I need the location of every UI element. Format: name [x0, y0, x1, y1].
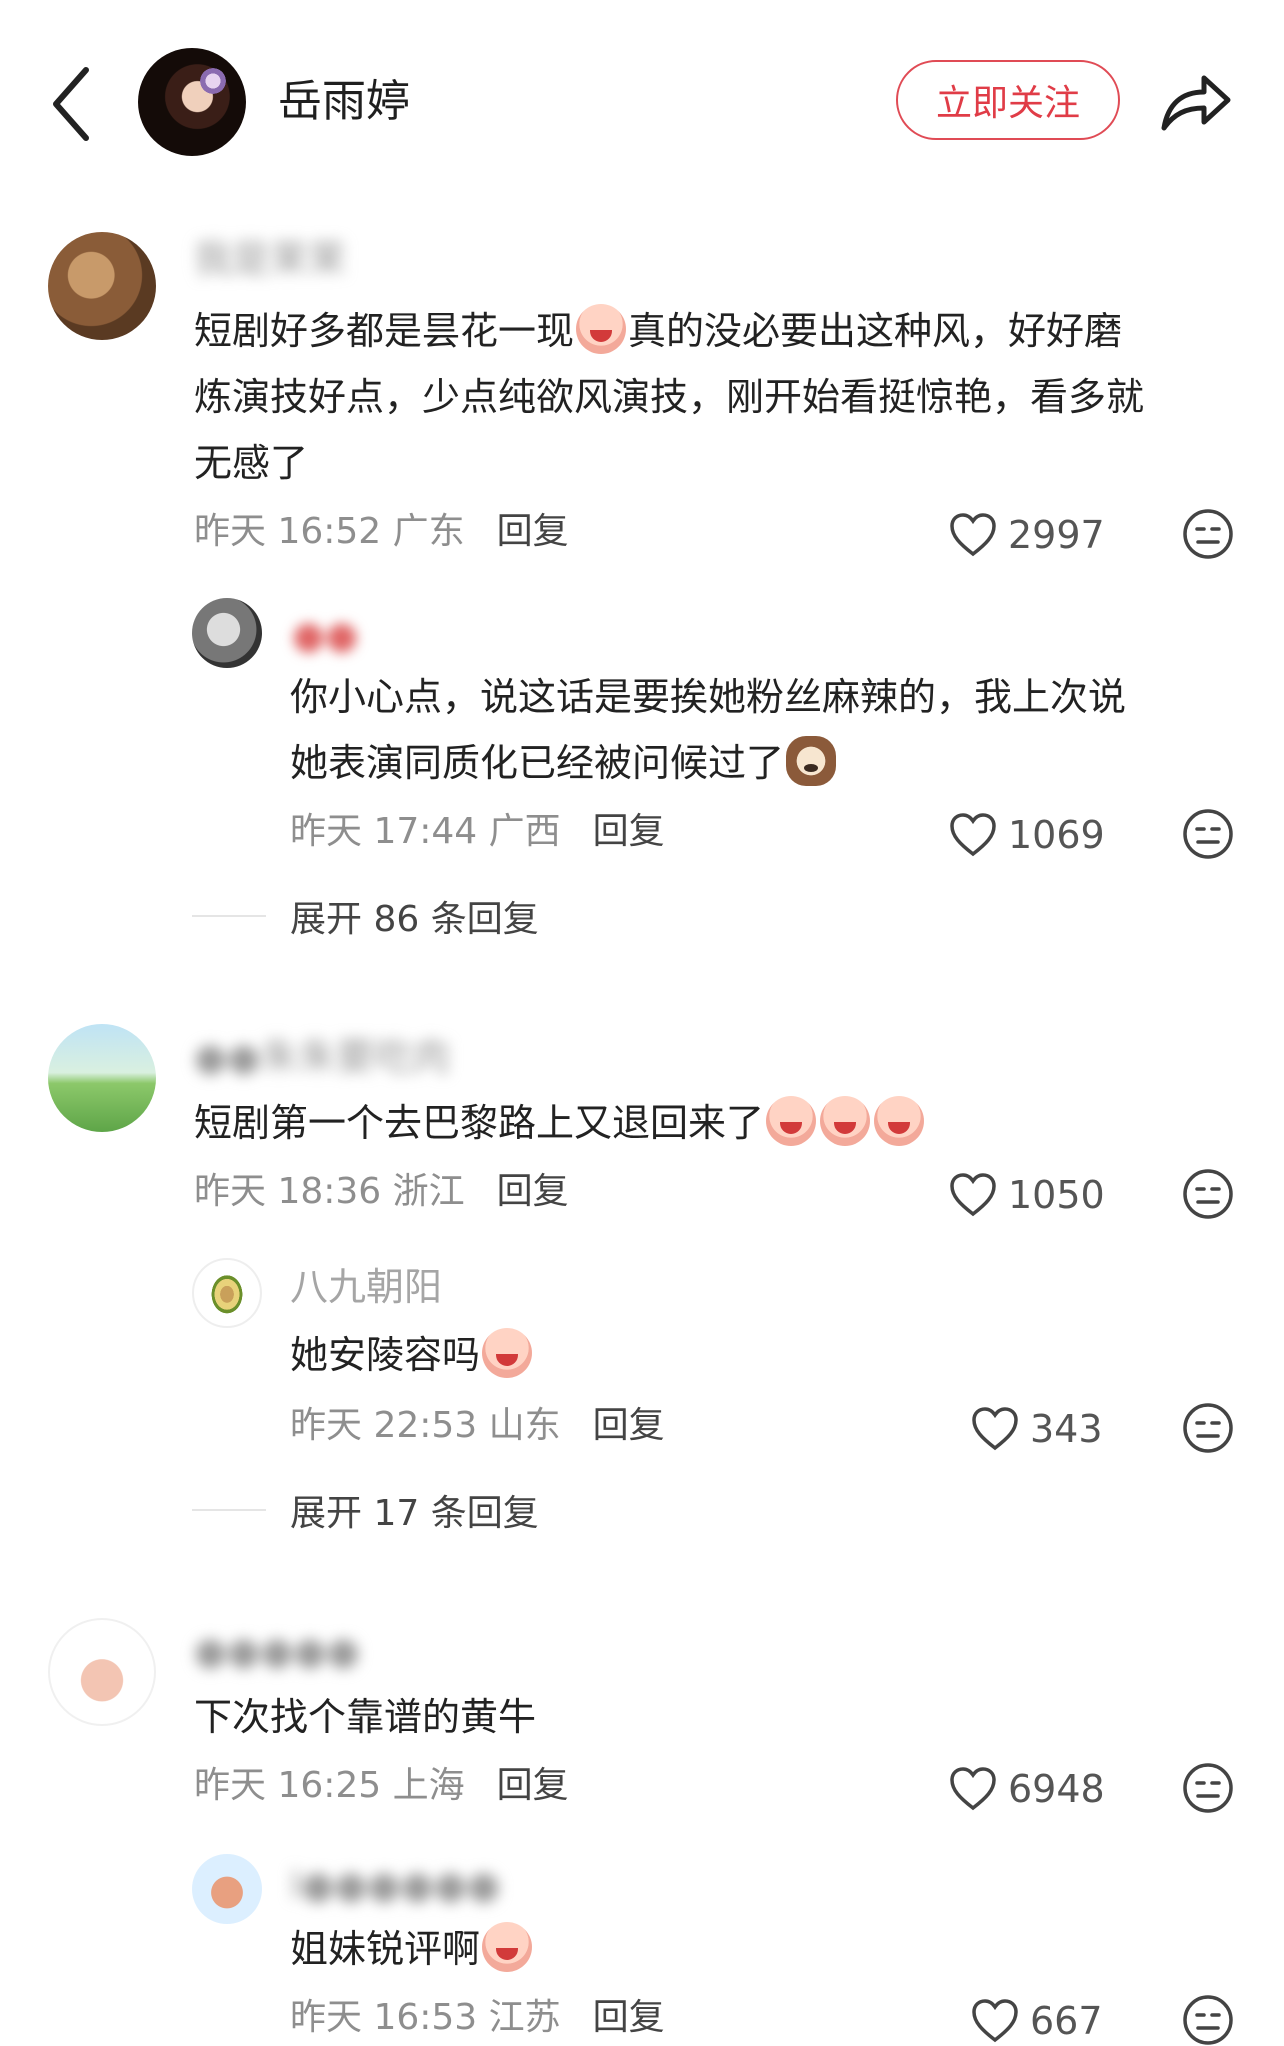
avatar[interactable] — [192, 1854, 262, 1924]
like-button[interactable]: 343 — [970, 1404, 1103, 1454]
like-count: 1069 — [1008, 813, 1105, 857]
like-button[interactable]: 6948 — [948, 1764, 1105, 1814]
shocked-emoji-icon — [482, 1922, 533, 1972]
reply-text: 姐妹锐评啊 — [290, 1916, 1250, 1982]
comment-text: 短剧好多都是昙花一现 真的没必要出这种风，好好磨 炼演技好点，少点纯欲风演技，刚开… — [194, 298, 1254, 496]
reply-button[interactable]: 回复 — [593, 811, 665, 852]
crying-emoji-icon — [874, 1096, 925, 1146]
like-count: 1050 — [1008, 1173, 1105, 1217]
comment-meta: 昨天 18:36 浙江 回复 — [194, 1171, 569, 1212]
heart-icon — [972, 1407, 1018, 1451]
expand-replies-button[interactable]: 展开 86 条回复 — [192, 890, 539, 942]
heart-icon — [950, 513, 996, 557]
heart-icon — [950, 813, 996, 857]
reply-meta: 昨天 17:44 广西 回复 — [290, 811, 665, 852]
avatar[interactable] — [48, 1618, 156, 1726]
dislike-face-icon[interactable] — [1182, 1168, 1234, 1220]
reply-text: 她安陵容吗 — [290, 1322, 1250, 1388]
like-button[interactable]: 1069 — [948, 810, 1105, 860]
back-chevron-icon[interactable] — [46, 62, 100, 146]
header-bar: 岳雨婷 立即关注 — [0, 0, 1284, 205]
dislike-face-icon[interactable] — [1182, 1762, 1234, 1814]
like-button[interactable]: 1050 — [948, 1170, 1105, 1220]
like-count: 343 — [1030, 1407, 1103, 1451]
like-count: 6948 — [1008, 1767, 1105, 1811]
comment-meta: 昨天 16:52 广东 回复 — [194, 511, 569, 552]
comment-text: 短剧第一个去巴黎路上又退回来了 — [194, 1090, 1254, 1156]
username-blurred[interactable]: ●● — [292, 612, 358, 658]
like-button[interactable]: 2997 — [948, 510, 1105, 560]
comment-text: 下次找个靠谱的黄牛 — [194, 1695, 537, 1739]
username[interactable]: 八九朝阳 — [290, 1264, 442, 1310]
divider — [192, 915, 266, 917]
username-blurred[interactable]: ●●朱朱要吃肉 — [194, 1034, 450, 1080]
like-count: 667 — [1030, 1999, 1103, 2043]
crying-emoji-icon — [820, 1096, 871, 1146]
crying-emoji-icon — [482, 1328, 533, 1378]
comment-meta: 昨天 16:25 上海 回复 — [194, 1765, 569, 1806]
author-name[interactable]: 岳雨婷 — [278, 74, 410, 130]
divider — [192, 1509, 266, 1511]
dislike-face-icon[interactable] — [1182, 808, 1234, 860]
dislike-face-icon[interactable] — [1182, 1994, 1234, 2046]
heart-icon — [950, 1767, 996, 1811]
heart-icon — [950, 1173, 996, 1217]
crying-emoji-icon — [576, 304, 627, 354]
comment-page: 岳雨婷 立即关注 我是茉茉 短剧好多都是昙花一现 真的没必要出这种风，好好磨 炼演… — [0, 0, 1284, 2045]
reply-meta: 昨天 22:53 山东 回复 — [290, 1405, 665, 1446]
reply-button[interactable]: 回复 — [593, 1405, 665, 1446]
username-blurred[interactable]: 我是茉茉 — [194, 236, 346, 282]
reply-button[interactable]: 回复 — [497, 1765, 569, 1806]
heart-icon — [972, 1999, 1018, 2043]
reply-meta: 昨天 16:53 江苏 回复 — [290, 1997, 665, 2038]
reply-button[interactable]: 回复 — [497, 511, 569, 552]
dog-emoji-icon — [786, 736, 837, 786]
share-arrow-icon[interactable] — [1158, 66, 1234, 134]
like-button[interactable]: 667 — [970, 1996, 1103, 2046]
dislike-face-icon[interactable] — [1182, 1402, 1234, 1454]
reply-text: 你小心点，说这话是要挨她粉丝麻辣的，我上次说 她表演同质化已经被问候过了 — [290, 675, 1127, 786]
avatar[interactable] — [192, 1258, 262, 1328]
expand-replies-button[interactable]: 展开 17 条回复 — [192, 1484, 539, 1536]
reply-button[interactable]: 回复 — [593, 1997, 665, 2038]
reply-button[interactable]: 回复 — [497, 1171, 569, 1212]
avatar[interactable] — [192, 598, 262, 668]
dislike-face-icon[interactable] — [1182, 508, 1234, 560]
like-count: 2997 — [1008, 513, 1105, 557]
follow-button[interactable]: 立即关注 — [896, 60, 1120, 140]
author-avatar[interactable] — [138, 48, 246, 156]
avatar[interactable] — [48, 1024, 156, 1132]
avatar[interactable] — [48, 232, 156, 340]
username-blurred[interactable]: ●●●●● — [194, 1628, 360, 1674]
username-blurred[interactable]: I●●●●●● — [290, 1862, 500, 1908]
crying-emoji-icon — [766, 1096, 817, 1146]
